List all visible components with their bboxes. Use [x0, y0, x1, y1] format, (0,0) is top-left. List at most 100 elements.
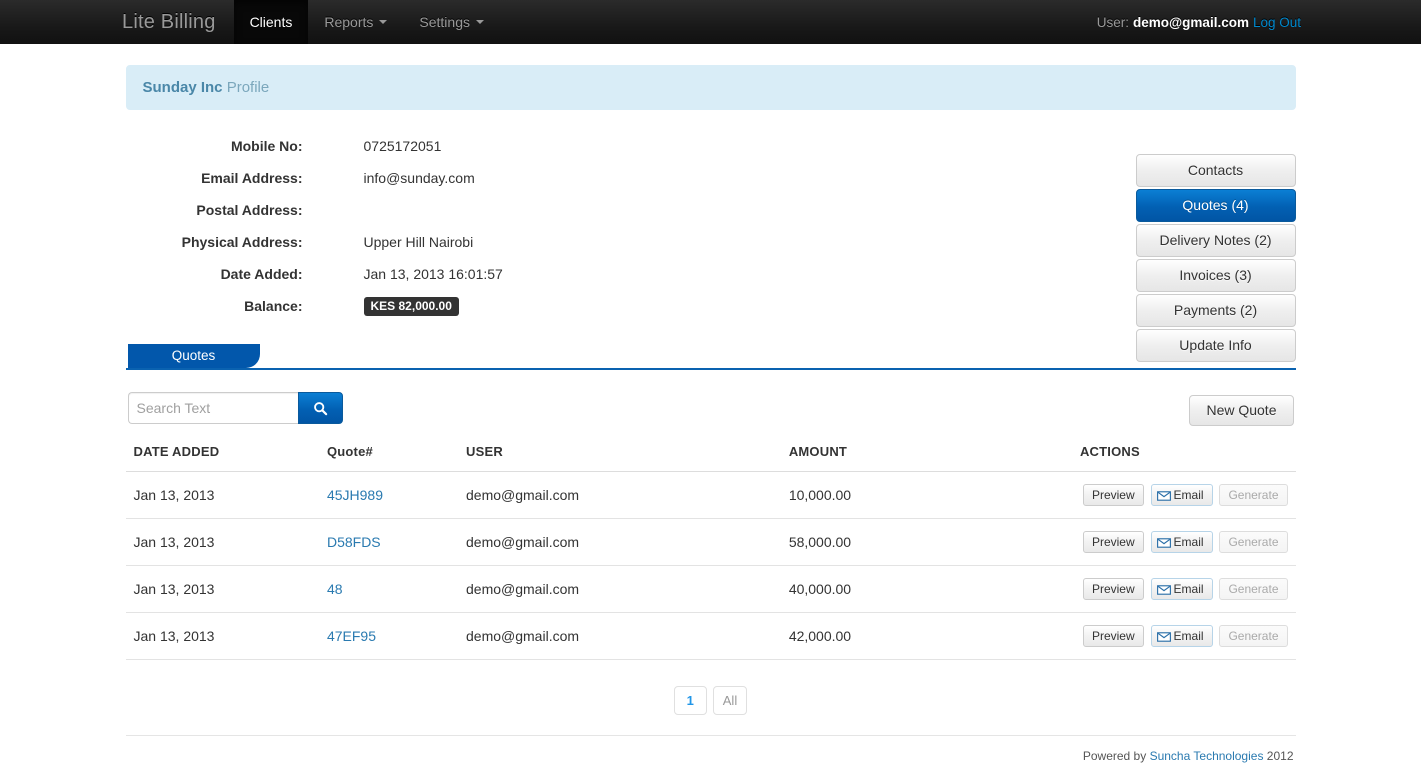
cell-quote-number: 47EF95: [319, 613, 458, 660]
nav-item-clients[interactable]: Clients: [234, 0, 309, 44]
cell-actions: Preview Email Generate: [1072, 519, 1296, 566]
balance-badge: KES 82,000.00: [364, 297, 459, 316]
detail-row-postal-address: Postal Address:: [136, 201, 886, 219]
cell-user: demo@gmail.com: [458, 519, 781, 566]
user-label: User:: [1097, 15, 1129, 30]
quote-number-link[interactable]: D58FDS: [327, 534, 381, 550]
email-button[interactable]: Email: [1151, 625, 1213, 647]
column-header-amount: AMOUNT: [781, 440, 1072, 472]
cell-amount: 42,000.00: [781, 613, 1072, 660]
search-input[interactable]: [128, 392, 298, 424]
quotes-toolbar: New Quote: [126, 392, 1296, 426]
cell-quote-number: D58FDS: [319, 519, 458, 566]
detail-value-balance: KES 82,000.00: [351, 297, 886, 316]
footer-year: 2012: [1267, 749, 1294, 763]
cell-date-added: Jan 13, 2013: [126, 613, 319, 660]
nav-item-reports-label: Reports: [324, 14, 373, 30]
table-header-row: DATE ADDED Quote# USER AMOUNT ACTIONS: [126, 440, 1296, 472]
detail-value-date-added: Jan 13, 2013 16:01:57: [351, 265, 886, 283]
pagination-page-1[interactable]: 1: [674, 686, 707, 715]
email-button-label: Email: [1174, 629, 1204, 643]
footer-prefix: Powered by: [1083, 749, 1146, 763]
page-footer: Powered by Suncha Technologies 2012: [126, 735, 1296, 763]
search-button[interactable]: [298, 392, 343, 424]
detail-value-postal-address: [351, 201, 886, 219]
pagination: 1 All: [126, 686, 1296, 715]
quotes-table-head: DATE ADDED Quote# USER AMOUNT ACTIONS: [126, 440, 1296, 472]
sidebar-item-quotes[interactable]: Quotes (4): [1136, 189, 1296, 222]
cell-user: demo@gmail.com: [458, 613, 781, 660]
cell-user: demo@gmail.com: [458, 472, 781, 519]
column-header-user: USER: [458, 440, 781, 472]
footer-company-link[interactable]: Suncha Technologies: [1150, 749, 1264, 763]
detail-label-postal-address: Postal Address:: [136, 201, 311, 219]
search-icon: [313, 401, 328, 416]
column-header-date-added: DATE ADDED: [126, 440, 319, 472]
detail-value-email: info@sunday.com: [351, 169, 886, 187]
page-title-banner: Sunday Inc Profile: [126, 65, 1296, 110]
cell-amount: 58,000.00: [781, 519, 1072, 566]
pagination-page-all[interactable]: All: [713, 686, 747, 715]
app-brand[interactable]: Lite Billing: [110, 0, 234, 44]
table-row: Jan 13, 2013 48 demo@gmail.com 40,000.00…: [126, 566, 1296, 613]
cell-date-added: Jan 13, 2013: [126, 566, 319, 613]
generate-button[interactable]: Generate: [1219, 578, 1287, 600]
detail-row-email: Email Address: info@sunday.com: [136, 169, 886, 187]
detail-label-physical-address: Physical Address:: [136, 233, 311, 251]
detail-row-physical-address: Physical Address: Upper Hill Nairobi: [136, 233, 886, 251]
quotes-table: DATE ADDED Quote# USER AMOUNT ACTIONS Ja…: [126, 440, 1296, 660]
search-group: [128, 392, 343, 424]
sidebar-item-invoices[interactable]: Invoices (3): [1136, 259, 1296, 292]
preview-button[interactable]: Preview: [1083, 578, 1144, 600]
email-button[interactable]: Email: [1151, 578, 1213, 600]
new-quote-button[interactable]: New Quote: [1189, 395, 1293, 426]
nav-item-settings-label: Settings: [419, 14, 470, 30]
preview-button[interactable]: Preview: [1083, 484, 1144, 506]
nav-item-reports[interactable]: Reports: [308, 0, 403, 44]
tabstrip-divider: [126, 368, 1296, 370]
cell-actions: Preview Email Generate: [1072, 472, 1296, 519]
client-details: Mobile No: 0725172051 Email Address: inf…: [126, 137, 1296, 330]
detail-label-date-added: Date Added:: [136, 265, 311, 283]
generate-button[interactable]: Generate: [1219, 531, 1287, 553]
sidebar-item-delivery-notes[interactable]: Delivery Notes (2): [1136, 224, 1296, 257]
cell-actions: Preview Email Generate: [1072, 566, 1296, 613]
cell-quote-number: 45JH989: [319, 472, 458, 519]
email-button-label: Email: [1174, 582, 1204, 596]
sidebar-item-contacts[interactable]: Contacts: [1136, 154, 1296, 187]
tab-quotes[interactable]: Quotes: [128, 344, 260, 368]
sidebar-item-payments[interactable]: Payments (2): [1136, 294, 1296, 327]
generate-button[interactable]: Generate: [1219, 625, 1287, 647]
cell-date-added: Jan 13, 2013: [126, 519, 319, 566]
client-name: Sunday Inc: [143, 79, 223, 96]
page-container: Sunday Inc Profile Contacts Quotes (4) D…: [126, 44, 1296, 763]
table-row: Jan 13, 2013 45JH989 demo@gmail.com 10,0…: [126, 472, 1296, 519]
email-button-label: Email: [1174, 535, 1204, 549]
detail-row-balance: Balance: KES 82,000.00: [136, 297, 886, 316]
client-section-buttons: Contacts Quotes (4) Delivery Notes (2) I…: [1136, 154, 1296, 362]
email-button[interactable]: Email: [1151, 531, 1213, 553]
nav-item-clients-label: Clients: [250, 14, 293, 30]
cell-amount: 40,000.00: [781, 566, 1072, 613]
top-navbar: Lite Billing Clients Reports Settings Us…: [0, 0, 1421, 44]
quote-number-link[interactable]: 47EF95: [327, 628, 376, 644]
envelope-icon: [1157, 585, 1171, 595]
quote-number-link[interactable]: 48: [327, 581, 343, 597]
nav-item-settings[interactable]: Settings: [403, 0, 500, 44]
table-row: Jan 13, 2013 D58FDS demo@gmail.com 58,00…: [126, 519, 1296, 566]
cell-actions: Preview Email Generate: [1072, 613, 1296, 660]
cell-user: demo@gmail.com: [458, 566, 781, 613]
quote-number-link[interactable]: 45JH989: [327, 487, 383, 503]
detail-value-mobile: 0725172051: [351, 137, 886, 155]
detail-label-balance: Balance:: [136, 297, 311, 316]
cell-quote-number: 48: [319, 566, 458, 613]
preview-button[interactable]: Preview: [1083, 531, 1144, 553]
preview-button[interactable]: Preview: [1083, 625, 1144, 647]
table-row: Jan 13, 2013 47EF95 demo@gmail.com 42,00…: [126, 613, 1296, 660]
column-header-quote-number: Quote#: [319, 440, 458, 472]
detail-row-date-added: Date Added: Jan 13, 2013 16:01:57: [136, 265, 886, 283]
email-button[interactable]: Email: [1151, 484, 1213, 506]
logout-link[interactable]: Log Out: [1253, 15, 1301, 30]
envelope-icon: [1157, 538, 1171, 548]
generate-button[interactable]: Generate: [1219, 484, 1287, 506]
